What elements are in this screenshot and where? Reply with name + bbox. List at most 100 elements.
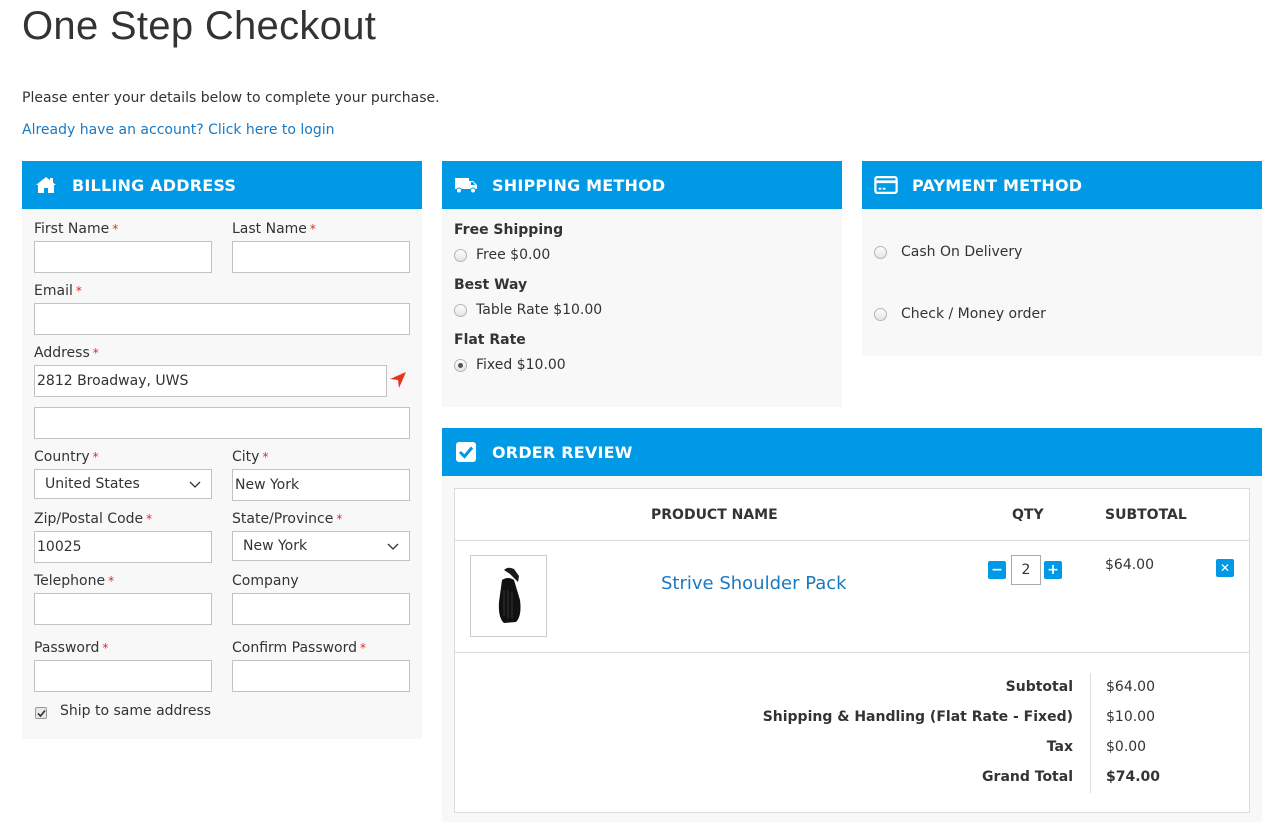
telephone-input[interactable] <box>34 593 212 625</box>
totals-divider <box>1090 673 1091 793</box>
login-link[interactable]: Already have an account? Click here to l… <box>22 122 335 138</box>
state-select[interactable]: New York <box>232 531 410 561</box>
state-selected-value: New York <box>243 538 308 554</box>
billing-address-panel: BILLING ADDRESS First Name * Last Name * E… <box>22 161 422 739</box>
backpack-image <box>498 567 520 623</box>
required-mark: * <box>309 222 316 236</box>
country-label-text: Country <box>34 449 90 465</box>
qty-input[interactable] <box>1011 555 1041 585</box>
required-mark: * <box>360 641 367 655</box>
radio-button[interactable] <box>874 307 887 321</box>
shipping-option-label: Table Rate $10.00 <box>476 302 603 318</box>
required-mark: * <box>108 574 115 588</box>
first-name-label: First Name * <box>34 221 118 237</box>
shipping-option-free[interactable]: Free $0.00 <box>454 247 550 263</box>
shipping-method-header: SHIPPING METHOD <box>442 161 842 209</box>
country-select[interactable]: United States <box>34 469 212 499</box>
shipping-group-title: Flat Rate <box>454 332 526 348</box>
product-thumbnail[interactable] <box>470 555 547 637</box>
totals-value-shipping: $10.00 <box>1106 709 1155 725</box>
telephone-label-text: Telephone <box>34 573 106 589</box>
payment-option-label: Cash On Delivery <box>901 244 1023 260</box>
radio-button[interactable] <box>874 245 887 259</box>
required-mark: * <box>92 450 99 464</box>
payment-method-header: PAYMENT METHOD <box>862 161 1262 209</box>
totals-value-subtotal: $64.00 <box>1106 679 1155 695</box>
qty-increase-button[interactable]: + <box>1044 561 1062 579</box>
billing-address-title: BILLING ADDRESS <box>72 175 237 195</box>
radio-button-selected[interactable] <box>454 358 467 372</box>
ship-same-checkbox[interactable] <box>35 707 47 719</box>
zip-label-text: Zip/Postal Code <box>34 511 144 527</box>
column-header-product: PRODUCT NAME <box>651 507 778 523</box>
order-review-header: ORDER REVIEW <box>442 428 1262 476</box>
telephone-label: Telephone * <box>34 573 114 589</box>
password-label: Password * <box>34 640 108 656</box>
qty-decrease-button[interactable]: − <box>988 561 1006 579</box>
last-name-input[interactable] <box>232 241 410 273</box>
first-name-input[interactable] <box>34 241 212 273</box>
zip-input[interactable] <box>34 531 212 563</box>
password-input[interactable] <box>34 660 212 692</box>
checkmark-icon <box>36 709 46 717</box>
address-line1-input[interactable] <box>34 365 387 397</box>
city-label: City * <box>232 449 268 465</box>
shipping-group-title: Free Shipping <box>454 222 564 238</box>
divider <box>455 540 1249 541</box>
payment-option-cod[interactable]: Cash On Delivery <box>874 244 1022 260</box>
shipping-option-fixed[interactable]: Fixed $10.00 <box>454 357 566 373</box>
confirm-password-input[interactable] <box>232 660 410 692</box>
confirm-password-label-text: Confirm Password <box>232 640 358 656</box>
required-mark: * <box>336 512 343 526</box>
product-name-link[interactable]: Strive Shoulder Pack <box>661 573 847 594</box>
totals-label-grand-total: Grand Total <box>982 769 1073 785</box>
required-mark: * <box>92 346 99 360</box>
required-mark: * <box>102 641 109 655</box>
shipping-group-title: Best Way <box>454 277 528 293</box>
company-input[interactable] <box>232 593 410 625</box>
divider <box>455 652 1249 653</box>
locate-icon[interactable] <box>389 371 407 389</box>
ship-same-label[interactable]: Ship to same address <box>60 703 211 719</box>
payment-method-title: PAYMENT METHOD <box>912 175 1083 195</box>
credit-card-icon <box>874 174 898 196</box>
truck-icon <box>454 174 478 196</box>
payment-method-panel: PAYMENT METHOD Cash On Delivery Check / … <box>862 161 1262 356</box>
shipping-method-title: SHIPPING METHOD <box>492 175 666 195</box>
address-label: Address * <box>34 345 99 361</box>
required-mark: * <box>262 450 269 464</box>
home-icon <box>34 174 58 196</box>
payment-option-checkmo[interactable]: Check / Money order <box>874 306 1046 322</box>
required-mark: * <box>146 512 153 526</box>
city-label-text: City <box>232 449 260 465</box>
remove-item-button[interactable]: ✕ <box>1216 559 1234 577</box>
country-selected-value: United States <box>45 476 140 492</box>
last-name-label: Last Name * <box>232 221 316 237</box>
radio-button[interactable] <box>454 248 467 262</box>
totals-label-tax: Tax <box>1046 739 1073 755</box>
radio-button[interactable] <box>454 303 467 317</box>
chevron-down-icon <box>189 481 201 488</box>
country-label: Country * <box>34 449 99 465</box>
state-label: State/Province * <box>232 511 342 527</box>
email-label-text: Email <box>34 283 73 299</box>
column-header-qty: QTY <box>1012 507 1044 523</box>
state-label-text: State/Province <box>232 511 334 527</box>
zip-label: Zip/Postal Code * <box>34 511 152 527</box>
order-items-table: PRODUCT NAME QTY SUBTOTAL Strive Shoulde… <box>454 488 1250 813</box>
company-label: Company <box>232 573 299 589</box>
row-subtotal: $64.00 <box>1105 557 1154 573</box>
city-input[interactable] <box>232 469 410 501</box>
order-review-title: ORDER REVIEW <box>492 442 633 462</box>
totals-value-tax: $0.00 <box>1106 739 1147 755</box>
shipping-option-table-rate[interactable]: Table Rate $10.00 <box>454 302 602 318</box>
required-mark: * <box>75 284 82 298</box>
email-input[interactable] <box>34 303 410 335</box>
totals-value-grand-total: $74.00 <box>1106 769 1161 785</box>
shipping-method-panel: SHIPPING METHOD Free Shipping Free $0.00… <box>442 161 842 407</box>
address-line2-input[interactable] <box>34 407 410 439</box>
email-label: Email * <box>34 283 82 299</box>
payment-option-label: Check / Money order <box>901 306 1046 322</box>
confirm-password-label: Confirm Password * <box>232 640 366 656</box>
page-title: One Step Checkout <box>22 4 377 48</box>
